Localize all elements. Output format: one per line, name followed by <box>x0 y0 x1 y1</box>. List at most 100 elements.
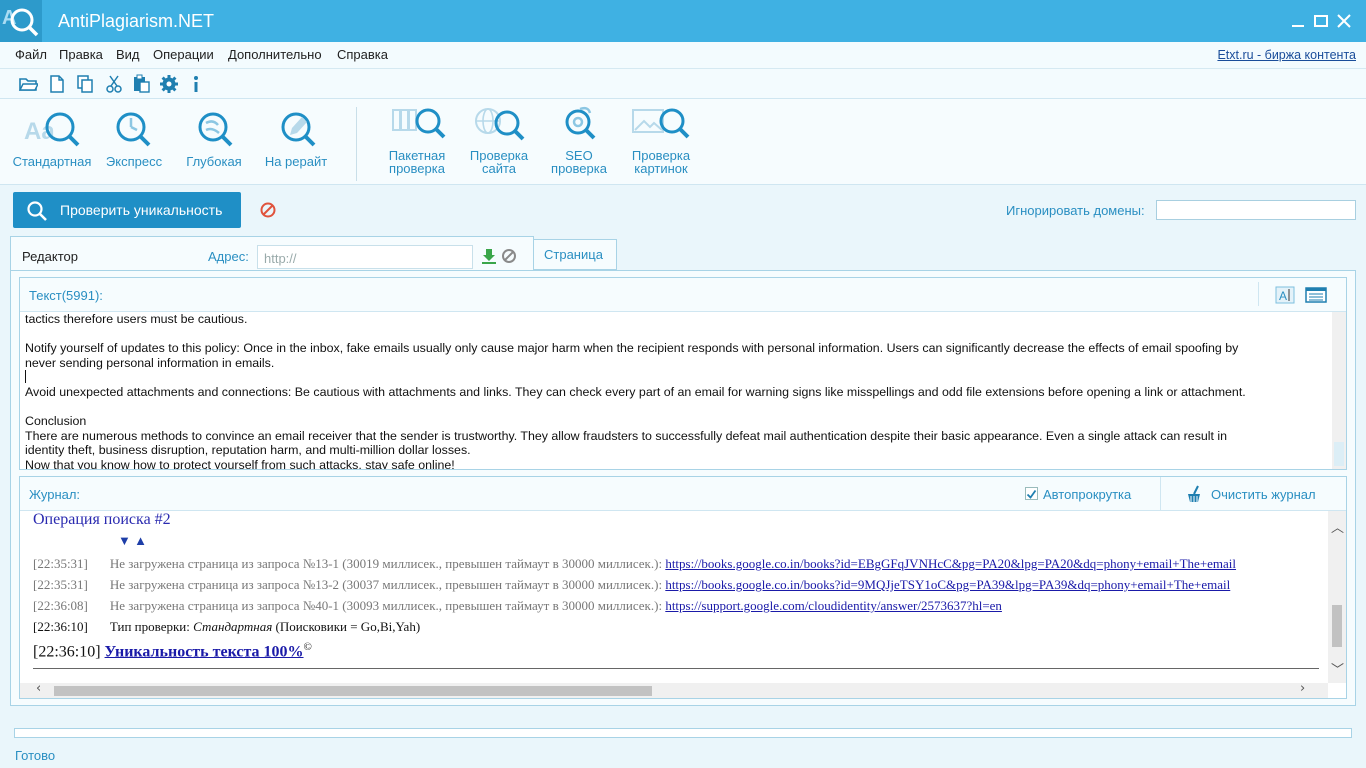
check-type-toolbar: Aa Стандартная Экспресс Глубокая На рера… <box>0 99 1366 185</box>
journal-header-separator <box>1160 477 1161 511</box>
text-line: Conclusion <box>25 414 87 429</box>
minimize-icon[interactable] <box>1289 12 1307 30</box>
check-icon <box>1026 489 1037 499</box>
site-check-icon <box>475 108 525 141</box>
standard-check-button[interactable]: Aa Стандартная <box>12 105 92 181</box>
ignore-domains-input[interactable] <box>1156 200 1356 220</box>
text-scrollbar[interactable] <box>1332 312 1346 469</box>
autoscroll-checkbox[interactable] <box>1025 487 1038 500</box>
settings-gear-icon[interactable] <box>159 74 179 94</box>
text-view-icon[interactable] <box>1305 286 1327 304</box>
deep-check-button[interactable]: Глубокая <box>178 105 250 181</box>
result-copyright: © <box>303 641 312 653</box>
text-line: Notify yourself of updates to this polic… <box>25 341 1239 356</box>
deep-check-label: Глубокая <box>186 154 242 169</box>
copy-icon[interactable] <box>75 74 95 94</box>
batch-check-label-2: проверка <box>389 161 445 176</box>
menu-help[interactable]: Справка <box>337 47 388 62</box>
log-time: [22:35:31] <box>33 577 88 592</box>
etxt-link[interactable]: Etxt.ru - биржа контента <box>1217 48 1356 62</box>
quick-toolbar <box>0 69 1366 99</box>
journal-log: Операция поиска #2 ▼ ▲ [22:35:31] Не загр… <box>20 511 1328 683</box>
menu-extra[interactable]: Дополнительно <box>228 47 322 62</box>
journal-header: Журнал: Автопрокрутка Очистить журнал <box>20 477 1346 511</box>
journal-horizontal-scrollbar[interactable]: ‹ › <box>20 681 1328 698</box>
svg-text:A: A <box>1279 289 1287 303</box>
text-line: tactics therefore users must be cautious… <box>25 312 248 326</box>
standard-check-label: Стандартная <box>12 154 92 169</box>
collapse-expand-arrows[interactable]: ▼ ▲ <box>118 533 147 549</box>
log-link[interactable]: https://support.google.com/cloudidentity… <box>665 598 1002 613</box>
paste-icon[interactable] <box>131 74 151 94</box>
stop-icon[interactable] <box>259 201 277 219</box>
tab-editor-label: Редактор <box>22 249 78 264</box>
rewrite-check-icon <box>281 112 316 147</box>
log-link[interactable]: https://books.google.co.in/books?id=9MQJ… <box>665 577 1230 592</box>
menu-file[interactable]: Файл <box>15 47 47 62</box>
text-scrollbar-thumb[interactable] <box>1334 442 1344 466</box>
batch-check-icon <box>392 108 446 139</box>
log-link[interactable]: https://books.google.co.in/books?id=EBgG… <box>665 556 1236 571</box>
journal-vertical-scrollbar[interactable]: ︿ ﹀ <box>1328 511 1346 683</box>
main-panel: Редактор Адрес: http:// Страница Текст(5… <box>10 236 1356 706</box>
log-entry: [22:35:31] Не загружена страница из запро… <box>33 577 1230 593</box>
text-line <box>25 327 1331 342</box>
rewrite-check-button[interactable]: На рерайт <box>258 105 334 181</box>
svg-text:Aa: Aa <box>24 118 55 145</box>
header-separator <box>1258 282 1259 306</box>
tab-page[interactable]: Страница <box>533 239 617 270</box>
image-check-button[interactable]: Проверка картинок <box>621 105 701 181</box>
address-input[interactable]: http:// <box>257 245 473 269</box>
title-bar: A AntiPlagiarism.NET <box>0 0 1366 42</box>
scroll-left-icon[interactable]: ‹ <box>36 681 41 696</box>
tab-editor[interactable]: Редактор Адрес: http:// <box>10 236 534 270</box>
seo-check-button[interactable]: SEO проверка <box>543 105 615 181</box>
journal-hscroll-thumb[interactable] <box>54 686 652 696</box>
address-label: Адрес: <box>208 249 249 264</box>
check-uniqueness-button[interactable]: Проверить уникальность <box>13 192 241 228</box>
clear-journal-button[interactable]: Очистить журнал <box>1211 487 1316 502</box>
express-check-button[interactable]: Экспресс <box>98 105 170 181</box>
text-cursor-line <box>25 370 1331 385</box>
check-uniqueness-label: Проверить уникальность <box>60 202 223 218</box>
search-icon <box>27 201 47 221</box>
close-icon[interactable] <box>1335 12 1353 30</box>
menu-view[interactable]: Вид <box>116 47 140 62</box>
text-line: There are numerous methods to convince a… <box>25 428 1228 443</box>
uniqueness-result-link[interactable]: Уникальность текста 100% <box>105 643 304 660</box>
text-line: identity theft, business disruption, rep… <box>25 443 471 458</box>
menu-operations[interactable]: Операции <box>153 47 214 62</box>
image-check-label-2: картинок <box>634 161 688 176</box>
log-time: [22:36:10] <box>33 619 88 634</box>
broom-icon[interactable] <box>1184 485 1204 503</box>
check-engines: (Поисковики = Go,Bi,Yah) <box>275 619 421 634</box>
site-check-button[interactable]: Проверка сайта <box>462 105 536 181</box>
log-entry: [22:36:08] Не загружена страница из запро… <box>33 598 1002 614</box>
scroll-up-icon[interactable]: ︿ <box>1331 517 1344 536</box>
text-line: Avoid unexpected attachments and connect… <box>25 384 1246 399</box>
text-format-icon[interactable]: A <box>1275 286 1295 304</box>
seo-check-icon <box>565 106 596 140</box>
cut-icon[interactable] <box>104 74 124 94</box>
text-line: Now that you know how to protect yoursel… <box>25 457 455 469</box>
scroll-right-icon[interactable]: › <box>1300 681 1305 696</box>
text-line <box>25 400 1331 415</box>
clear-address-icon[interactable] <box>501 248 517 264</box>
info-icon[interactable] <box>187 74 207 94</box>
toolbar-separator <box>356 107 357 181</box>
journal-vscroll-thumb[interactable] <box>1332 605 1342 647</box>
open-folder-icon[interactable] <box>18 74 40 94</box>
progress-bar <box>14 728 1352 738</box>
scroll-down-icon[interactable]: ﹀ <box>1331 659 1344 678</box>
batch-check-button[interactable]: Пакетная проверка <box>380 105 454 181</box>
uniqueness-result: [22:36:10] Уникальность текста 100%© <box>33 641 312 661</box>
menu-edit[interactable]: Правка <box>59 47 103 62</box>
express-check-label: Экспресс <box>105 154 163 169</box>
result-time: [22:36:10] <box>33 643 101 661</box>
download-icon[interactable] <box>481 248 497 264</box>
text-editor[interactable]: tactics therefore users must be cautious… <box>25 312 1331 469</box>
new-file-icon[interactable] <box>47 74 67 94</box>
log-message: Не загружена страница из запроса №40-1 (… <box>109 598 663 613</box>
app-logo-icon: A <box>0 0 42 42</box>
maximize-icon[interactable] <box>1312 12 1330 30</box>
